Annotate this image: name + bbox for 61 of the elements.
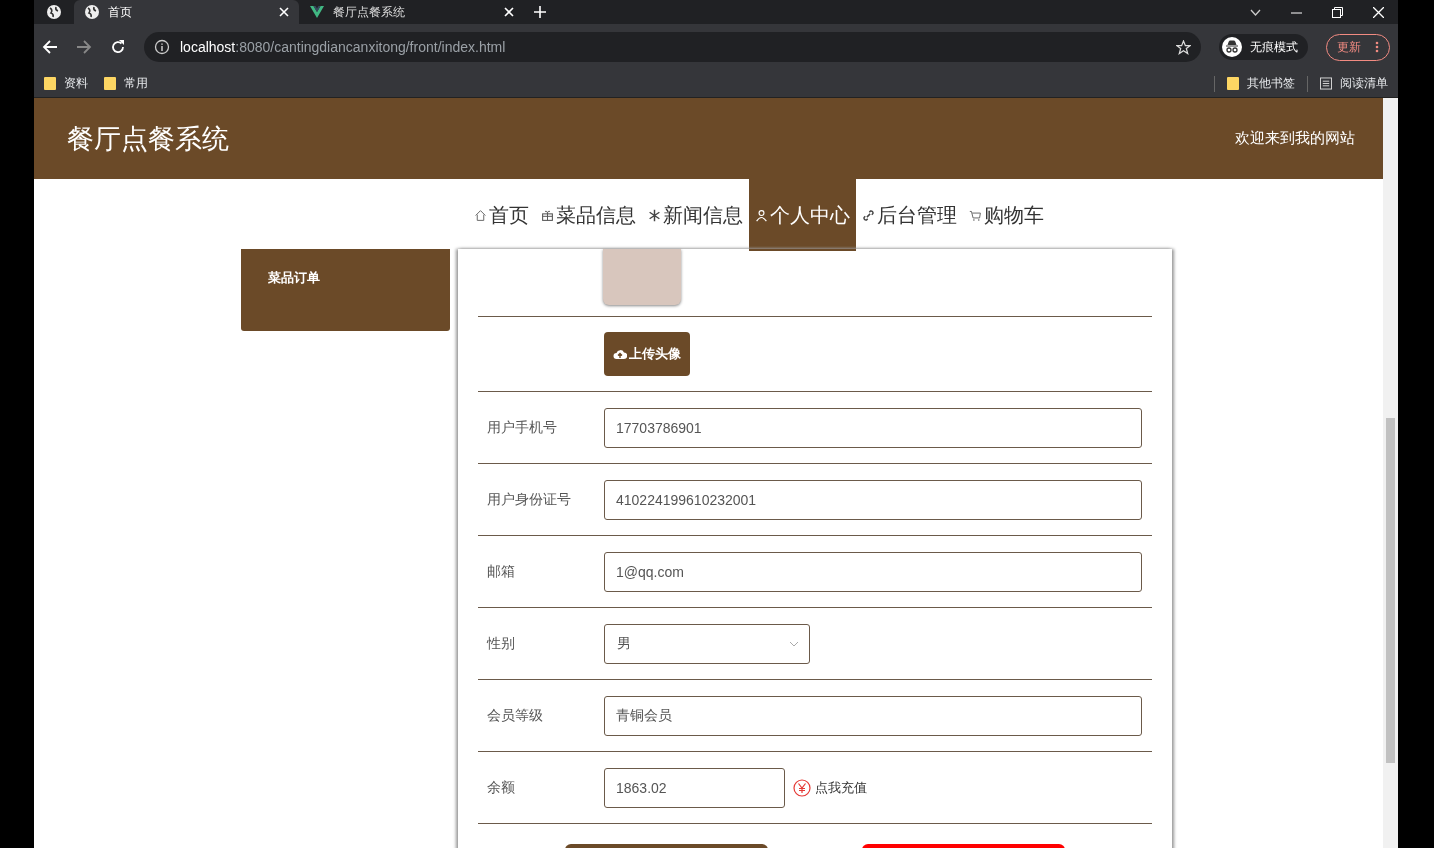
nav-link[interactable]: 首页 (467, 179, 535, 251)
chevron-down-icon (789, 640, 799, 647)
browser-tab[interactable]: 餐厅点餐系统 (299, 0, 524, 24)
incognito-icon (1222, 37, 1242, 57)
scrollbar[interactable] (1383, 98, 1398, 848)
upload-button[interactable]: 上传头像 (604, 332, 690, 376)
yen-icon (793, 778, 811, 797)
restore-icon[interactable] (1332, 6, 1343, 18)
star-icon[interactable] (1176, 39, 1191, 55)
person-icon (754, 208, 768, 222)
input-field[interactable]: 1863.02 (604, 767, 785, 808)
reload-icon[interactable] (110, 39, 126, 55)
more-icon (1375, 41, 1379, 53)
url-text: localhost:8080/cantingdiancanxitong/front/index.html (180, 39, 506, 55)
folder-icon (1227, 77, 1239, 90)
close-icon[interactable] (504, 7, 514, 17)
input-field[interactable]: 410224199610232001 (604, 479, 1142, 520)
input-field[interactable]: 1@qq.com (604, 551, 1142, 592)
globe-icon (84, 4, 100, 20)
close-icon[interactable] (1373, 6, 1384, 18)
reading-list-button[interactable]: 阅读清单 (1320, 75, 1388, 92)
bookmark[interactable]: 常用 (104, 75, 148, 92)
folder-icon (44, 77, 56, 90)
bookmark[interactable]: 其他书签 (1227, 75, 1295, 92)
input-field[interactable]: 青铜会员 (604, 695, 1142, 736)
welcome-text: 欢迎来到我的网站 (1235, 129, 1355, 148)
house-icon (473, 208, 487, 222)
nav-link[interactable]: 新闻信息 (641, 179, 749, 251)
back-arrow-icon[interactable] (42, 39, 58, 55)
v-logo-icon (309, 4, 325, 20)
new-tab-icon[interactable] (534, 6, 546, 18)
browser-tab[interactable]: 首页 (74, 0, 299, 24)
nav-link[interactable]: 后台管理 (855, 179, 963, 251)
close-icon[interactable] (279, 7, 289, 17)
field-label: 余额 (487, 778, 516, 797)
list-icon (1320, 77, 1332, 90)
bookmark[interactable]: 资料 (44, 75, 88, 92)
link-icon (861, 208, 875, 222)
field-label: 性别 (487, 634, 516, 653)
nav-link[interactable]: 个人中心 (748, 179, 856, 251)
info-icon[interactable] (154, 39, 170, 55)
cloud-upload-icon (613, 348, 627, 360)
field-label: 用户手机号 (487, 418, 558, 437)
select-field[interactable]: 男 (604, 623, 810, 664)
nav-link[interactable]: 菜品信息 (534, 179, 642, 251)
snowflake-icon (647, 208, 661, 222)
globe-icon[interactable] (46, 4, 62, 20)
field-label: 用户身份证号 (487, 490, 572, 509)
cart-icon (968, 208, 982, 222)
recharge-link[interactable]: 点我充值 (793, 778, 867, 797)
input-field[interactable]: 17703786901 (604, 407, 1142, 448)
incognito-indicator[interactable]: 无痕模式 (1219, 34, 1308, 60)
address-bar[interactable]: localhost:8080/cantingdiancanxitong/front/index.html (144, 32, 1201, 62)
sidebar-item[interactable]: 菜品订单 (268, 269, 423, 287)
folder-icon (104, 77, 116, 90)
gift-icon (540, 208, 554, 222)
field-label: 邮箱 (487, 562, 516, 581)
site-title: 餐厅点餐系统 (67, 122, 229, 156)
nav-link[interactable]: 购物车 (962, 179, 1050, 251)
forward-arrow-icon[interactable] (76, 39, 92, 55)
field-label: 会员等级 (487, 706, 544, 725)
